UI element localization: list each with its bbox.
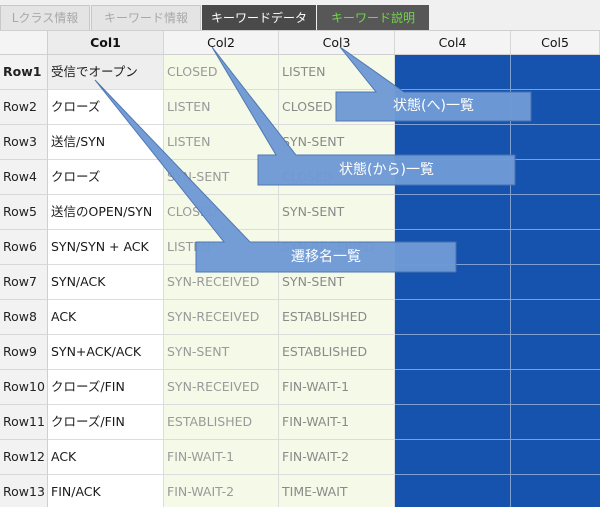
callout-state-from-label: 状態(から)一覧 <box>339 162 434 178</box>
cell-col3[interactable]: SYN-SENT <box>279 125 395 160</box>
table-row: Row9 SYN+ACK/ACK SYN-SENT ESTABLISHED <box>0 335 600 370</box>
tab-keyword-description[interactable]: キーワード説明 <box>317 5 429 30</box>
column-header-col2[interactable]: Col2 <box>164 31 279 55</box>
cell-col4[interactable] <box>395 405 511 440</box>
cell-col2[interactable]: CLOSED <box>164 55 279 90</box>
row-header[interactable]: Row9 <box>0 335 48 370</box>
cell-col4[interactable] <box>395 125 511 160</box>
cell-col3[interactable]: SYN-SENT <box>279 265 395 300</box>
grid-corner[interactable] <box>0 31 48 55</box>
cell-col1[interactable]: クローズ/FIN <box>48 405 164 440</box>
row-header[interactable]: Row13 <box>0 475 48 507</box>
row-header[interactable]: Row12 <box>0 440 48 475</box>
tab-bar: Lクラス情報 キーワード情報 キーワードデータ キーワード説明 <box>0 0 600 31</box>
cell-col1[interactable]: クローズ <box>48 90 164 125</box>
cell-col5[interactable] <box>511 160 600 195</box>
cell-col2[interactable]: SYN-RECEIVED <box>164 300 279 335</box>
cell-col5[interactable] <box>511 405 600 440</box>
table-row: Row8 ACK SYN-RECEIVED ESTABLISHED <box>0 300 600 335</box>
cell-col2[interactable]: FIN-WAIT-1 <box>164 440 279 475</box>
row-header[interactable]: Row10 <box>0 370 48 405</box>
table-row: Row1 受信でオープン CLOSED LISTEN <box>0 55 600 90</box>
cell-col3[interactable]: ESTABLISHED <box>279 335 395 370</box>
cell-col5[interactable] <box>511 195 600 230</box>
cell-col1[interactable]: ACK <box>48 300 164 335</box>
cell-col1[interactable]: 送信/SYN <box>48 125 164 160</box>
cell-col2[interactable]: LISTEN <box>164 90 279 125</box>
column-header-col1[interactable]: Col1 <box>48 31 164 55</box>
cell-col3[interactable]: TIME-WAIT <box>279 475 395 507</box>
cell-col2[interactable]: CLOSED <box>164 195 279 230</box>
cell-col2[interactable]: SYN-RECEIVED <box>164 370 279 405</box>
tab-class-info[interactable]: Lクラス情報 <box>0 5 90 30</box>
row-header[interactable]: Row6 <box>0 230 48 265</box>
table-row: Row5 送信のOPEN/SYN CLOSED SYN-SENT <box>0 195 600 230</box>
table-row: Row13 FIN/ACK FIN-WAIT-2 TIME-WAIT <box>0 475 600 507</box>
table-row: Row11 クローズ/FIN ESTABLISHED FIN-WAIT-1 <box>0 405 600 440</box>
cell-col5[interactable] <box>511 230 600 265</box>
row-header[interactable]: Row5 <box>0 195 48 230</box>
table-row: Row12 ACK FIN-WAIT-1 FIN-WAIT-2 <box>0 440 600 475</box>
table-row: Row3 送信/SYN LISTEN SYN-SENT <box>0 125 600 160</box>
cell-col3[interactable]: SYN-SENT <box>279 195 395 230</box>
cell-col1[interactable]: 送信のOPEN/SYN <box>48 195 164 230</box>
row-header[interactable]: Row8 <box>0 300 48 335</box>
cell-col2[interactable]: LISTEN <box>164 125 279 160</box>
column-header-col3[interactable]: Col3 <box>279 31 395 55</box>
cell-col5[interactable] <box>511 125 600 160</box>
cell-col3[interactable]: FIN-WAIT-2 <box>279 440 395 475</box>
callout-transition-names-label: 遷移名一覧 <box>291 249 361 265</box>
cell-col3[interactable]: FIN-WAIT-1 <box>279 405 395 440</box>
row-header[interactable]: Row1 <box>0 55 48 90</box>
cell-col4[interactable] <box>395 335 511 370</box>
column-header-col4[interactable]: Col4 <box>395 31 511 55</box>
cell-col4[interactable] <box>395 195 511 230</box>
cell-col2[interactable]: SYN-RECEIVED <box>164 265 279 300</box>
column-header-col5[interactable]: Col5 <box>511 31 600 55</box>
callout-state-to-label: 状態(へ)一覧 <box>393 98 474 114</box>
cell-col5[interactable] <box>511 370 600 405</box>
cell-col1[interactable]: ACK <box>48 440 164 475</box>
row-header[interactable]: Row3 <box>0 125 48 160</box>
table-row: Row7 SYN/ACK SYN-RECEIVED SYN-SENT <box>0 265 600 300</box>
cell-col1[interactable]: クローズ/FIN <box>48 370 164 405</box>
cell-col1[interactable]: SYN/ACK <box>48 265 164 300</box>
cell-col1[interactable]: SYN+ACK/ACK <box>48 335 164 370</box>
cell-col1[interactable]: SYN/SYN + ACK <box>48 230 164 265</box>
cell-col5[interactable] <box>511 265 600 300</box>
cell-col3[interactable]: ESTABLISHED <box>279 300 395 335</box>
cell-col4[interactable] <box>395 265 511 300</box>
cell-col5[interactable] <box>511 300 600 335</box>
cell-col3[interactable]: FIN-WAIT-1 <box>279 370 395 405</box>
tab-keyword-data[interactable]: キーワードデータ <box>202 5 316 30</box>
cell-col2[interactable]: FIN-WAIT-2 <box>164 475 279 507</box>
row-header[interactable]: Row2 <box>0 90 48 125</box>
cell-col1[interactable]: クローズ <box>48 160 164 195</box>
table-row: Row10 クローズ/FIN SYN-RECEIVED FIN-WAIT-1 <box>0 370 600 405</box>
cell-col4[interactable] <box>395 370 511 405</box>
cell-col2[interactable]: ESTABLISHED <box>164 405 279 440</box>
cell-col1[interactable]: FIN/ACK <box>48 475 164 507</box>
cell-col5[interactable] <box>511 335 600 370</box>
row-header[interactable]: Row11 <box>0 405 48 440</box>
cell-col1[interactable]: 受信でオープン <box>48 55 164 90</box>
cell-col3[interactable]: LISTEN <box>279 55 395 90</box>
cell-col4[interactable] <box>395 475 511 507</box>
tab-keyword-info[interactable]: キーワード情報 <box>91 5 201 30</box>
cell-col5[interactable] <box>511 440 600 475</box>
cell-col2[interactable]: SYN-SENT <box>164 335 279 370</box>
cell-col5[interactable] <box>511 55 600 90</box>
row-header[interactable]: Row4 <box>0 160 48 195</box>
cell-col4[interactable] <box>395 440 511 475</box>
cell-col4[interactable] <box>395 55 511 90</box>
cell-col4[interactable] <box>395 300 511 335</box>
cell-col5[interactable] <box>511 475 600 507</box>
row-header[interactable]: Row7 <box>0 265 48 300</box>
